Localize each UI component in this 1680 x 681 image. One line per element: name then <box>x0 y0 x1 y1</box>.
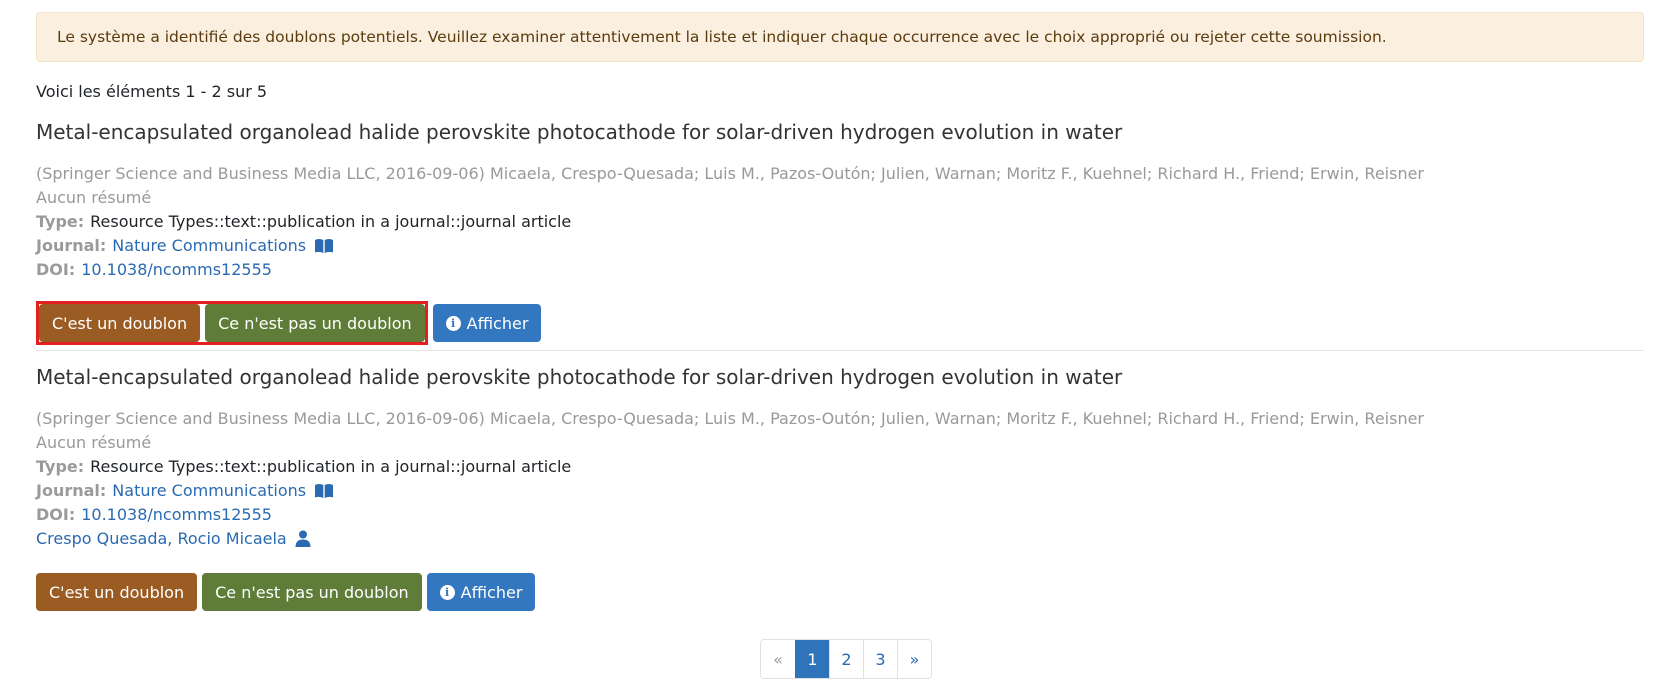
pagination: « 1 2 3 » <box>760 639 932 679</box>
pagination-prev[interactable]: « <box>761 640 795 678</box>
item-title[interactable]: Metal-encapsulated organolead halide per… <box>36 365 1122 389</box>
book-open-icon[interactable] <box>314 483 334 499</box>
item-actions: C'est un doublon Ce n'est pas un doublon… <box>36 301 542 345</box>
alert-text: Le système a identifié des doublons pote… <box>57 28 1387 46</box>
person-row: Crespo Quesada, Rocio Micaela <box>36 529 311 548</box>
view-button[interactable]: i Afficher <box>432 304 542 342</box>
type-value: Resource Types::text::publication in a j… <box>90 457 572 476</box>
item-title[interactable]: Metal-encapsulated organolead halide per… <box>36 120 1122 144</box>
not-duplicate-button[interactable]: Ce n'est pas un doublon <box>202 573 422 611</box>
journal-label: Journal: <box>36 236 107 255</box>
doi-label: DOI: <box>36 505 76 524</box>
item-abstract: Aucun résumé <box>36 188 152 207</box>
pagination-page-3[interactable]: 3 <box>863 640 897 678</box>
not-duplicate-button[interactable]: Ce n'est pas un doublon <box>205 304 425 342</box>
list-item: Metal-encapsulated organolead halide per… <box>36 120 1644 350</box>
pagination-next[interactable]: » <box>897 640 931 678</box>
type-row: Type: Resource Types::text::publication … <box>36 457 571 476</box>
type-value: Resource Types::text::publication in a j… <box>90 212 572 231</box>
journal-row: Journal: Nature Communications <box>36 481 334 500</box>
doi-row: DOI: 10.1038/ncomms12555 <box>36 260 272 279</box>
user-icon[interactable] <box>295 530 311 547</box>
doi-label: DOI: <box>36 260 76 279</box>
journal-row: Journal: Nature Communications <box>36 236 334 255</box>
item-actions: C'est un doublon Ce n'est pas un doublon… <box>36 573 536 611</box>
doi-link[interactable]: 10.1038/ncomms12555 <box>81 505 272 524</box>
results-summary: Voici les éléments 1 - 2 sur 5 <box>36 82 268 101</box>
info-icon: i <box>439 584 455 600</box>
item-meta: (Springer Science and Business Media LLC… <box>36 164 1424 183</box>
person-link[interactable]: Crespo Quesada, Rocio Micaela <box>36 529 287 548</box>
pagination-page-2[interactable]: 2 <box>829 640 863 678</box>
journal-label: Journal: <box>36 481 107 500</box>
highlighted-decision-buttons: C'est un doublon Ce n'est pas un doublon <box>36 301 428 345</box>
doi-link[interactable]: 10.1038/ncomms12555 <box>81 260 272 279</box>
type-row: Type: Resource Types::text::publication … <box>36 212 571 231</box>
is-duplicate-button[interactable]: C'est un doublon <box>36 573 198 611</box>
item-abstract: Aucun résumé <box>36 433 152 452</box>
duplicate-warning-alert: Le système a identifié des doublons pote… <box>36 12 1644 62</box>
type-label: Type: <box>36 212 85 231</box>
item-divider <box>36 350 1644 351</box>
journal-link[interactable]: Nature Communications <box>112 481 306 500</box>
info-icon: i <box>445 315 461 331</box>
is-duplicate-button[interactable]: C'est un doublon <box>39 304 201 342</box>
item-meta: (Springer Science and Business Media LLC… <box>36 409 1424 428</box>
type-label: Type: <box>36 457 85 476</box>
journal-link[interactable]: Nature Communications <box>112 236 306 255</box>
doi-row: DOI: 10.1038/ncomms12555 <box>36 505 272 524</box>
list-item: Metal-encapsulated organolead halide per… <box>36 365 1644 625</box>
view-button-label: Afficher <box>466 313 529 333</box>
view-button-label: Afficher <box>460 582 523 602</box>
view-button[interactable]: i Afficher <box>426 573 536 611</box>
pagination-page-1[interactable]: 1 <box>795 640 829 678</box>
book-open-icon[interactable] <box>314 238 334 254</box>
